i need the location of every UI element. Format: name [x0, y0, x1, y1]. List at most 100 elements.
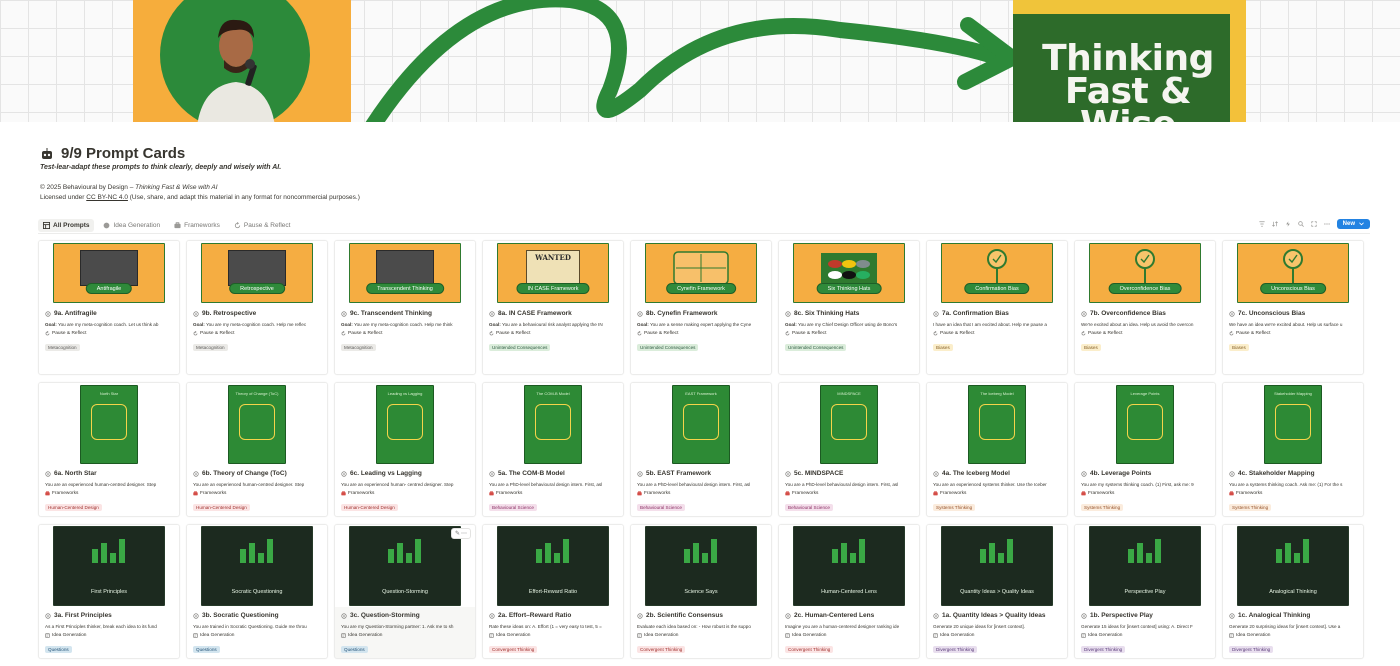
category-icon [785, 633, 790, 638]
card-category-text: Pause & Reflect [644, 331, 679, 336]
search-icon[interactable] [1297, 221, 1304, 227]
chevron-down-icon[interactable] [1359, 222, 1364, 226]
prompt-card[interactable]: Science Says 2b. Scientific Consensus Eval… [630, 524, 772, 659]
prompt-card[interactable]: Theory of Change (ToC) 6b. Theory of Chan… [186, 382, 328, 517]
prompt-card[interactable]: First Principles 3a. First Principles As a… [38, 524, 180, 659]
filter-icon[interactable] [1259, 221, 1265, 227]
more-options-icon[interactable] [1323, 221, 1330, 227]
card-tag: Unintended Consequences [489, 344, 551, 351]
card-art: Antifragile [53, 243, 165, 303]
prompt-card[interactable]: The Iceberg Model 4a. The Iceberg Model Yo… [926, 382, 1068, 517]
copyright-book-title: Thinking Fast & Wise with AI [135, 184, 218, 191]
card-title: 1b. Perspective Play [1081, 612, 1209, 619]
card-category: Frameworks [933, 491, 1061, 496]
card-tag: Human-Centered Design [341, 504, 398, 511]
card-emoji-icon [489, 310, 495, 317]
prompt-card[interactable]: Human-Centered Lens 2c. Human-Centered Le… [778, 524, 920, 659]
category-icon [489, 491, 494, 496]
card-description-text: You are an experienced human-centred des… [45, 482, 157, 487]
card-title-text: 3a. First Principles [54, 612, 112, 619]
prompt-card[interactable]: EAST Framework 5b. EAST Framework You are … [630, 382, 772, 517]
card-category: Idea Generation [489, 633, 617, 638]
new-button[interactable]: New [1336, 219, 1370, 229]
category-icon [1081, 331, 1086, 336]
category-icon [489, 633, 494, 638]
automation-icon[interactable] [1285, 221, 1291, 227]
license-link[interactable]: CC BY-NC 4.0 [86, 194, 128, 201]
prompt-card[interactable]: Transcendent Thinking 9c. Transcendent Th… [334, 240, 476, 375]
prompt-card[interactable]: The COM-B Model 5a. The COM-B Model You ar… [482, 382, 624, 517]
page-subtitle: Test-lear-adapt these prompts to think c… [40, 164, 282, 171]
expand-icon[interactable] [1311, 221, 1317, 227]
prompt-card[interactable]: Six Thinking Hats 8c. Six Thinking Hats Go… [778, 240, 920, 375]
card-title-text: 2a. Effort–Reward Ratio [498, 612, 572, 619]
card-art-motif-icon [388, 539, 421, 563]
card-category-text: Pause & Reflect [52, 331, 87, 336]
prompt-card[interactable]: Perspective Play 1b. Perspective Play Gene… [1074, 524, 1216, 659]
prompt-card[interactable]: Question-Storming ✎ ⋯ 3c. Question-Storming… [334, 524, 476, 659]
card-title: 7c. Unconscious Bias [1229, 310, 1357, 317]
prompt-card[interactable]: Leverage Points 4b. Leverage Points You ar… [1074, 382, 1216, 517]
prompt-card[interactable]: Socratic Questioning 3b. Socratic Questio… [186, 524, 328, 659]
card-description-label: Goal: [785, 322, 797, 327]
prompt-card[interactable]: Confirmation Bias 7a. Confirmation Bias I … [926, 240, 1068, 375]
tab-pause-reflect[interactable]: Pause & Reflect [229, 219, 296, 232]
card-tag: Convergent Thinking [489, 646, 538, 653]
card-description: Goal: You are my meta-cognition coach. L… [45, 322, 173, 327]
card-emoji-icon [1229, 310, 1235, 317]
prompt-card[interactable]: Cynefin Framework 8b. Cynefin Framework Go… [630, 240, 772, 375]
card-art-frame [387, 403, 423, 440]
card-art: North Star [80, 384, 138, 464]
sort-icon[interactable] [1271, 221, 1278, 227]
more-options-icon[interactable]: ⋯ [461, 530, 467, 537]
card-art: Science Says [645, 526, 757, 606]
card-art-motif-icon [92, 539, 125, 563]
card-category: Frameworks [341, 491, 469, 496]
card-art-label: The COM-B Model [536, 390, 570, 396]
card-category-text: Pause & Reflect [200, 331, 235, 336]
card-description-text: You are a behavioural risk analyst apply… [500, 322, 603, 327]
card-art: Overconfidence Bias [1089, 243, 1201, 303]
edit-icon[interactable]: ✎ [455, 530, 460, 537]
card-category: Pause & Reflect [1081, 331, 1209, 336]
prompt-card[interactable]: Analogical Thinking 1c. Analogical Thinki… [1222, 524, 1364, 659]
card-description: You are an experienced systems thinker. … [933, 482, 1061, 487]
tab-frameworks[interactable]: Frameworks [169, 219, 225, 232]
card-description: You are trained in Socratic Questioning.… [193, 624, 321, 629]
card-art-frame [979, 403, 1015, 440]
prompt-card[interactable]: MINDSPACE 5c. MINDSPACE You are a PhD-leve… [778, 382, 920, 517]
card-emoji-icon [1081, 470, 1087, 477]
category-icon [341, 633, 346, 638]
tab-all-prompts[interactable]: All Prompts [38, 219, 95, 232]
card-description-text: You are my systems thinking coach. (1) F… [1081, 482, 1194, 487]
prompt-card[interactable]: Overconfidence Bias 7b. Overconfidence Bi… [1074, 240, 1216, 375]
prompt-card[interactable]: WANTED IN CASE Framework 8a. IN CASE Frame… [482, 240, 624, 375]
prompt-card[interactable]: Effort-Reward Ratio 2a. Effort–Reward Rat… [482, 524, 624, 659]
prompt-card[interactable]: Retrospective 9b. Retrospective Goal: You … [186, 240, 328, 375]
card-title: 6b. Theory of Change (ToC) [193, 470, 321, 477]
license-line: Licensed under CC BY-NC 4.0 (Use, share,… [40, 193, 360, 203]
prompt-card[interactable]: Antifragile 9a. Antifragile Goal: You are … [38, 240, 180, 375]
prompt-card[interactable]: North Star 6a. North Star You are an exper… [38, 382, 180, 517]
card-hover-actions[interactable]: ✎ ⋯ [450, 528, 471, 539]
card-description-text: You are a PhD-level behavioural design i… [785, 482, 899, 487]
new-button-label: New [1342, 221, 1355, 227]
card-title: 8c. Six Thinking Hats [785, 310, 913, 317]
prompt-card[interactable]: Quantity Ideas > Quality Ideas 1a. Quanti… [926, 524, 1068, 659]
prompt-card[interactable]: Stakeholder Mapping 4c. Stakeholder Mappi… [1222, 382, 1364, 517]
card-tag: Biases [1081, 344, 1101, 351]
card-art: Effort-Reward Ratio [497, 526, 609, 606]
tab-idea-generation[interactable]: Idea Generation [98, 219, 165, 232]
card-description: You are my Question-Storming partner: 1.… [341, 624, 469, 629]
card-category: Frameworks [45, 491, 173, 496]
page-title-text: 9/9 Prompt Cards [61, 145, 186, 162]
card-description-text: As a First Principles thinker, break eac… [45, 624, 157, 629]
card-category: Pause & Reflect [489, 331, 617, 336]
prompt-card[interactable]: Unconscious Bias 7c. Unconscious Bias We h… [1222, 240, 1364, 375]
card-art: Perspective Play [1089, 526, 1201, 606]
prompt-card[interactable]: Leading vs Lagging 6c. Leading vs Lagging… [334, 382, 476, 517]
card-title: 3a. First Principles [45, 612, 173, 619]
card-art-label: Theory of Change (ToC) [235, 390, 279, 396]
card-cover: Confirmation Bias [927, 241, 1067, 305]
category-icon [489, 331, 494, 336]
